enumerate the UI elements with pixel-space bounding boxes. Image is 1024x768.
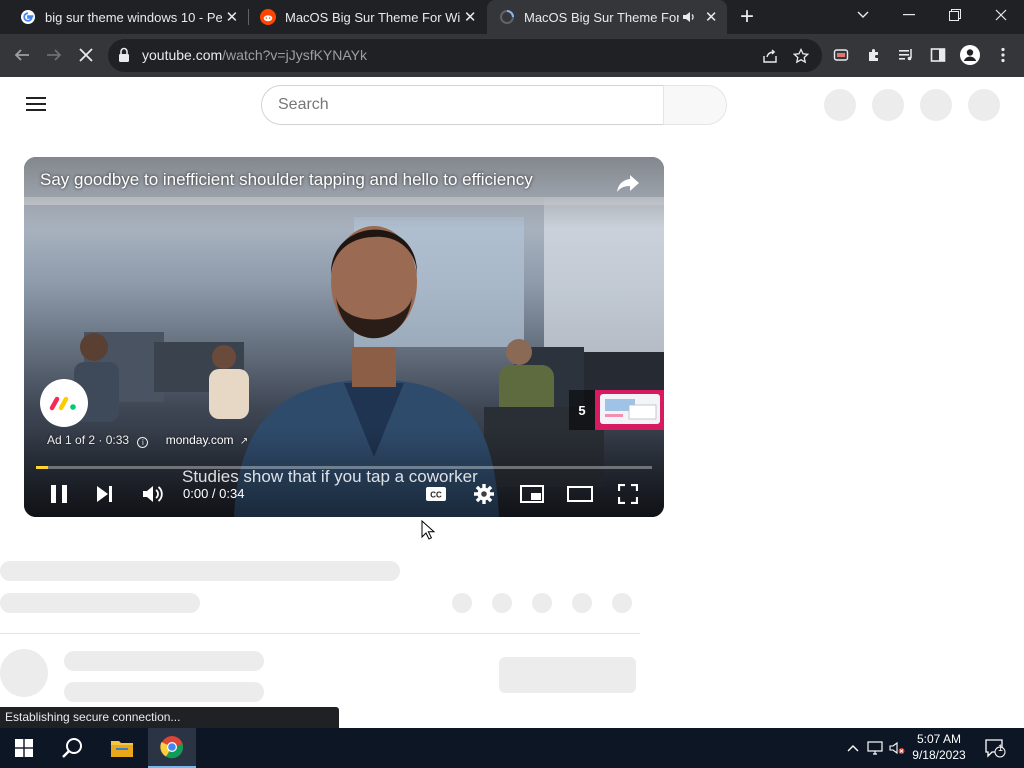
- audio-playing-icon[interactable]: [679, 6, 699, 28]
- skip-countdown: 5: [569, 390, 595, 430]
- forward-arrow-icon[interactable]: [37, 38, 71, 72]
- closed-captions-icon[interactable]: CC: [418, 479, 454, 509]
- ad-video-title[interactable]: Say goodbye to inefficient shoulder tapp…: [40, 170, 533, 190]
- browser-status-bar: Establishing secure connection...: [0, 707, 339, 728]
- action-placeholder: [452, 593, 472, 613]
- settings-gear-icon[interactable]: [466, 479, 502, 509]
- clock-date: 9/18/2023: [912, 748, 966, 762]
- channel-avatar-placeholder: [0, 649, 48, 697]
- header-placeholder-circle: [824, 89, 856, 121]
- address-bar[interactable]: youtube.com/watch?v=jJysfKYNAYk: [108, 39, 822, 72]
- fullscreen-icon[interactable]: [610, 479, 646, 509]
- advertiser-logo[interactable]: [40, 379, 88, 427]
- section-divider: [0, 633, 640, 634]
- ad-info-line: Ad 1 of 2 · 0:33 i monday.com ↗: [47, 433, 248, 448]
- loading-icon: [499, 9, 515, 25]
- browser-tab-bar: big sur theme windows 10 - Pene ✕ MacOS …: [0, 0, 1024, 34]
- ad-domain-link[interactable]: monday.com: [166, 433, 234, 447]
- kebab-menu-icon[interactable]: [986, 38, 1020, 72]
- subscriber-placeholder: [64, 682, 264, 702]
- miniplayer-icon[interactable]: [514, 479, 550, 509]
- system-clock[interactable]: 5:07 AM 9/18/2023: [906, 731, 972, 763]
- lock-icon[interactable]: [118, 47, 134, 64]
- chrome-taskbar-icon[interactable]: [148, 728, 196, 768]
- extensions-puzzle-icon[interactable]: [857, 38, 891, 72]
- title-placeholder: [0, 561, 400, 581]
- ad-counter: Ad 1 of 2 · 0:33: [47, 433, 130, 447]
- url-path: /watch?v=jJysfKYNAYk: [222, 47, 368, 63]
- header-placeholder-circle: [968, 89, 1000, 121]
- share-icon[interactable]: [614, 169, 642, 197]
- action-placeholder: [532, 593, 552, 613]
- profile-avatar-icon[interactable]: [953, 38, 987, 72]
- search-box[interactable]: [261, 85, 664, 125]
- new-tab-button[interactable]: +: [725, 2, 769, 32]
- header-placeholder-circle: [872, 89, 904, 121]
- bookmark-star-icon[interactable]: [784, 39, 818, 73]
- video-frame-image: [24, 157, 664, 517]
- notification-count: 1: [998, 743, 1004, 753]
- tab-reddit[interactable]: MacOS Big Sur Theme For Windo ✕: [248, 0, 486, 34]
- windows-taskbar: 5:07 AM 9/18/2023 1: [0, 728, 1024, 768]
- theater-mode-icon[interactable]: [562, 479, 598, 509]
- tab-google-search[interactable]: big sur theme windows 10 - Pene ✕: [8, 0, 248, 34]
- mouse-cursor-icon: [421, 519, 436, 540]
- google-icon: [20, 9, 36, 25]
- skip-ad-preview[interactable]: 5: [569, 390, 664, 430]
- progress-bar[interactable]: [36, 466, 652, 469]
- tab-search-chevron-icon[interactable]: [840, 0, 886, 30]
- tab-title: big sur theme windows 10 - Pene: [45, 9, 222, 25]
- extension-red-icon[interactable]: [824, 38, 858, 72]
- close-tab-icon[interactable]: ✕: [701, 6, 721, 28]
- search-input[interactable]: [262, 86, 663, 124]
- notification-center-icon[interactable]: 1: [980, 728, 1010, 768]
- youtube-page: Say goodbye to inefficient shoulder tapp…: [0, 77, 1024, 728]
- external-link-icon[interactable]: ↗: [240, 436, 248, 447]
- tray-chevron-up-icon[interactable]: [842, 728, 864, 768]
- back-arrow-icon[interactable]: [5, 38, 39, 72]
- url-host: youtube.com: [142, 47, 223, 63]
- window-close-icon[interactable]: [978, 0, 1024, 30]
- next-ad-thumbnail: [595, 390, 664, 430]
- search-button[interactable]: [663, 85, 727, 125]
- svg-text:CC: CC: [430, 491, 442, 500]
- windows-start-icon[interactable]: [0, 728, 48, 768]
- header-placeholder-circle: [920, 89, 952, 121]
- file-explorer-icon[interactable]: [98, 728, 146, 768]
- channel-name-placeholder: [64, 651, 264, 671]
- next-icon[interactable]: [87, 479, 123, 509]
- volume-muted-icon[interactable]: [886, 728, 908, 768]
- close-tab-icon[interactable]: ✕: [222, 6, 242, 28]
- clock-time: 5:07 AM: [916, 732, 962, 746]
- minimize-icon[interactable]: [886, 0, 932, 30]
- progress-fill: [36, 466, 49, 469]
- pause-icon[interactable]: [41, 479, 77, 509]
- reddit-icon: [260, 9, 276, 25]
- search-icon[interactable]: [48, 728, 96, 768]
- tab-title: MacOS Big Sur Theme For Windo: [285, 9, 461, 25]
- info-icon[interactable]: i: [137, 437, 149, 448]
- time-display: 0:00 / 0:34: [183, 486, 245, 501]
- action-placeholder: [492, 593, 512, 613]
- volume-icon[interactable]: [135, 479, 171, 509]
- meta-placeholder: [0, 593, 200, 613]
- restore-icon[interactable]: [932, 0, 978, 30]
- tab-title: MacOS Big Sur Theme For W: [524, 9, 680, 25]
- media-queue-icon[interactable]: [889, 38, 923, 72]
- browser-toolbar: youtube.com/watch?v=jJysfKYNAYk: [0, 34, 1024, 77]
- menu-hamburger-icon[interactable]: [26, 97, 46, 111]
- video-player[interactable]: Say goodbye to inefficient shoulder tapp…: [24, 157, 664, 517]
- action-placeholder: [612, 593, 632, 613]
- share-page-icon[interactable]: [753, 39, 787, 73]
- monday-logo-icon: [49, 396, 76, 411]
- side-panel-icon[interactable]: [921, 38, 955, 72]
- close-tab-icon[interactable]: ✕: [460, 6, 480, 28]
- tab-youtube-active[interactable]: MacOS Big Sur Theme For W ✕: [487, 0, 727, 34]
- action-placeholder: [572, 593, 592, 613]
- network-icon[interactable]: [864, 728, 886, 768]
- subscribe-placeholder: [499, 657, 636, 693]
- stop-loading-icon[interactable]: [69, 38, 103, 72]
- url-text[interactable]: youtube.com/watch?v=jJysfKYNAYk: [142, 47, 367, 63]
